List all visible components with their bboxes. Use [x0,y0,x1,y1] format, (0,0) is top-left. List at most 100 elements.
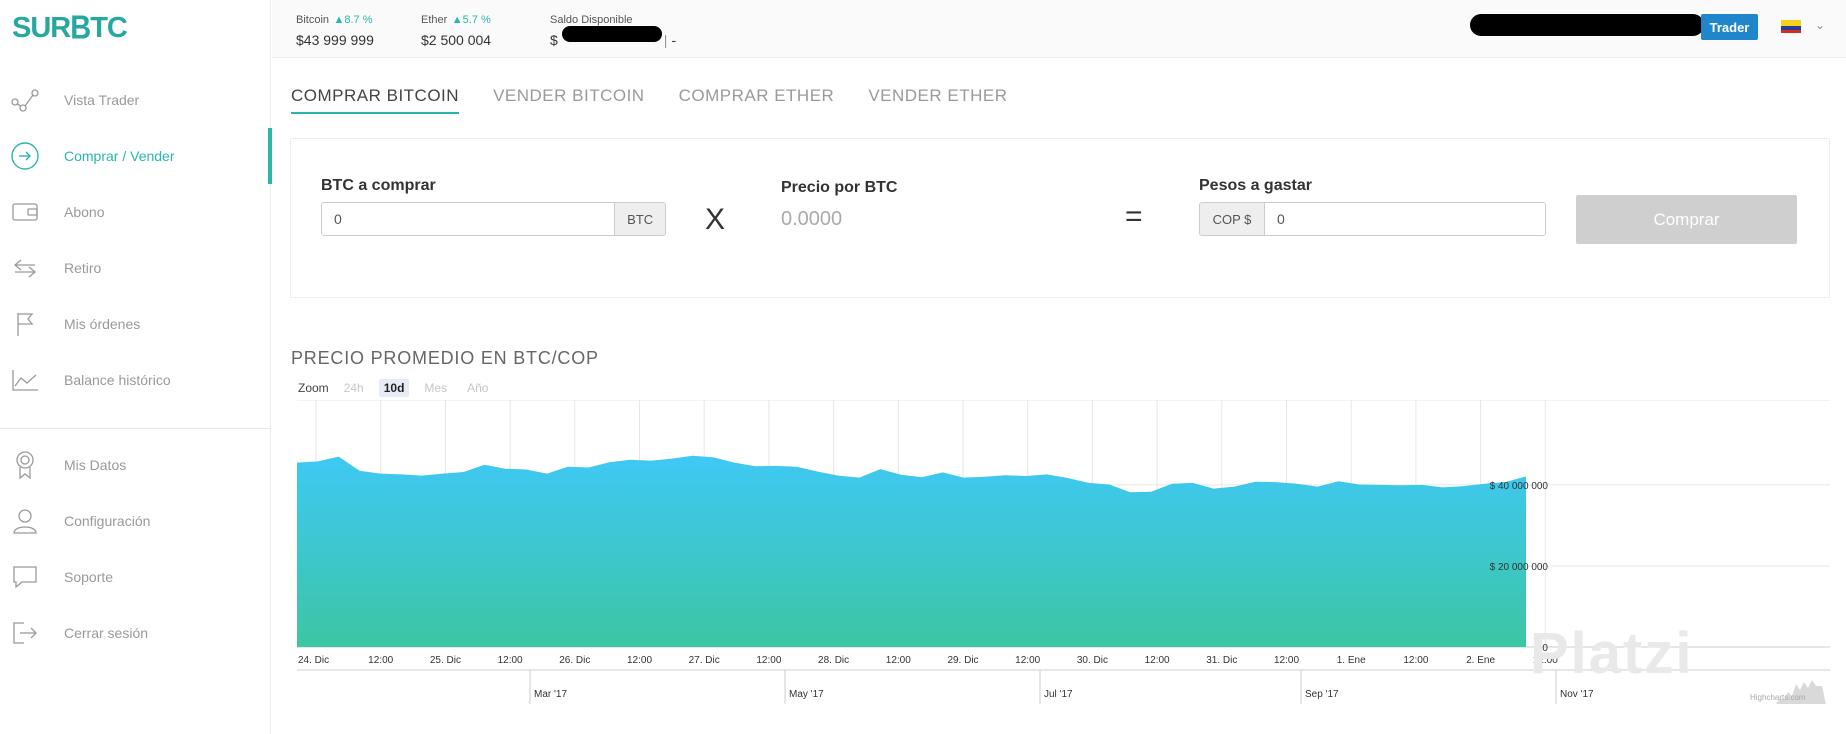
equals-symbol: = [1125,200,1143,233]
sidebar-item-label: Configuración [64,513,151,529]
pesos-amount-input[interactable] [1265,203,1545,235]
x-tick-label: 12:00 [756,655,781,666]
logo-text: TC [90,11,128,44]
x-tick-label: 2. Ene [1466,655,1495,666]
ticker-change: 8.7 % [344,14,373,26]
btc-amount-input[interactable] [322,203,615,235]
sidebar-item-label: Vista Trader [64,92,140,108]
x-tick-label: 1. Ene [1337,655,1366,666]
ticker-name: Saldo Disponible [550,14,633,26]
sidebar-item-label: Retiro [64,260,102,276]
sidebar-item-vista-trader[interactable]: Vista Trader [0,72,271,128]
x-tick-label: 31. Dic [1206,655,1237,666]
redacted-balance [562,26,662,42]
x-tick-label: 12:00 [368,655,393,666]
sidebar-item-abono[interactable]: Abono [0,184,271,240]
highcharts-credit[interactable]: Highcharts.com [1750,693,1806,702]
sidebar-item-retiro[interactable]: Retiro [0,240,271,296]
saldo-suffix: - [671,32,677,48]
chevron-down-icon[interactable]: ⌄ [1815,18,1825,32]
sidebar-item-label: Balance histórico [64,372,171,388]
zoom-selector: Zoom 24h 10d Mes Año [298,379,493,397]
logo-text: B [70,9,91,46]
flag-icon [10,309,40,339]
x-tick-label: 12:00 [627,655,652,666]
ether-ticker: Ether ▲5.7 % $2 500 004 [421,10,491,48]
btc-amount-group: BTC [321,202,666,236]
zoom-mes[interactable]: Mes [419,379,452,397]
sidebar-item-label: Comprar / Vender [64,148,175,164]
tab-vender-ether[interactable]: VENDER ETHER [868,86,1007,114]
multiply-symbol: X [705,203,726,236]
chat-bubble-icon [10,562,40,592]
ticker-name: Ether [421,14,448,26]
navigator-tick-label: May '17 [789,689,824,700]
zoom-24h[interactable]: 24h [339,379,369,397]
cop-addon: COP $ [1200,203,1265,235]
x-tick-label: 26. Dic [559,655,590,666]
transfer-arrows-icon [10,253,40,283]
sidebar-item-mis-datos[interactable]: Mis Datos [0,437,271,493]
sidebar-item-mis-ordenes[interactable]: Mis órdenes [0,296,271,352]
sidebar-item-comprar-vender[interactable]: Comprar / Vender [0,128,272,184]
x-tick-label: 12:00 [886,655,911,666]
x-tick-label: 12:00 [498,655,523,666]
ticker-price: $43 999 999 [296,32,374,48]
platzi-watermark: Platzi [1530,621,1694,686]
colombia-flag-icon[interactable] [1781,20,1801,33]
price-value: 0.0000 [781,208,843,230]
sidebar-item-label: Abono [64,204,105,220]
sidebar-item-configuracion[interactable]: Configuración [0,493,271,549]
sidebar-item-soporte[interactable]: Soporte [0,549,271,605]
arrow-circle-icon [10,141,40,171]
zoom-ano[interactable]: Año [462,379,493,397]
sidebar-divider [0,428,271,429]
navigator-tick-label: Sep '17 [1305,689,1339,700]
pesos-label: Pesos a gastar [1199,177,1312,194]
user-icon [10,506,40,536]
sidebar-item-label: Cerrar sesión [64,625,149,641]
x-tick-label: 29. Dic [947,655,978,666]
chart-title: PRECIO PROMEDIO EN BTC/COP [291,348,599,368]
y-tick-label: $ 20 000 000 [1490,562,1549,573]
navigator-tick-label: Jul '17 [1044,689,1073,700]
price-label: Precio por BTC [781,179,898,196]
graph-nodes-icon [10,85,40,115]
surbtc-logo[interactable]: SUR B TC [12,6,128,50]
redacted-username [1470,14,1704,36]
x-axis-labels: 24. Dic 12:00 25. Dic 12:00 26. Dic 12:00 27. … [298,655,1558,666]
navigator-tick-label: Nov '17 [1560,689,1594,700]
ticker-name: Bitcoin [296,14,330,26]
zoom-label: Zoom [298,381,329,395]
tab-vender-bitcoin[interactable]: VENDER BITCOIN [493,86,645,114]
x-tick-label: 12:00 [1403,655,1428,666]
x-tick-label: 24. Dic [298,655,329,666]
sidebar-item-label: Soporte [64,569,114,585]
x-tick-label: 12:00 [1274,655,1299,666]
navigator-tick-label: Mar '17 [534,689,567,700]
x-tick-label: 27. Dic [689,655,720,666]
saldo-prefix: $ [550,32,558,48]
up-triangle-icon: ▲ [451,14,463,26]
x-tick-label: 12:00 [1145,655,1170,666]
trader-button[interactable]: Trader [1701,14,1758,40]
sidebar-item-cerrar-sesion[interactable]: Cerrar sesión [0,605,271,661]
x-tick-label: 25. Dic [430,655,461,666]
trade-tabs: COMPRAR BITCOIN VENDER BITCOIN COMPRAR E… [291,86,1008,114]
y-tick-label: $ 40 000 000 [1490,481,1549,492]
x-tick-label: 28. Dic [818,655,849,666]
logo-text: SUR [12,11,71,44]
tab-comprar-ether[interactable]: COMPRAR ETHER [679,86,835,114]
sidebar-item-label: Mis Datos [64,457,127,473]
sidebar-item-label: Mis órdenes [64,316,141,332]
zoom-10d[interactable]: 10d [378,379,410,397]
line-chart-icon [10,365,40,395]
logout-icon [10,618,40,648]
price-area-series [297,455,1526,647]
sidebar-item-balance-historico[interactable]: Balance histórico [0,352,271,408]
ticker-price: $2 500 004 [421,32,492,48]
sidebar-nav: Vista Trader Comprar / Vender Abono Reti… [0,72,272,661]
bitcoin-ticker: Bitcoin ▲8.7 % $43 999 999 [296,10,374,48]
tab-comprar-bitcoin[interactable]: COMPRAR BITCOIN [291,86,460,114]
comprar-button[interactable]: Comprar [1576,195,1797,244]
